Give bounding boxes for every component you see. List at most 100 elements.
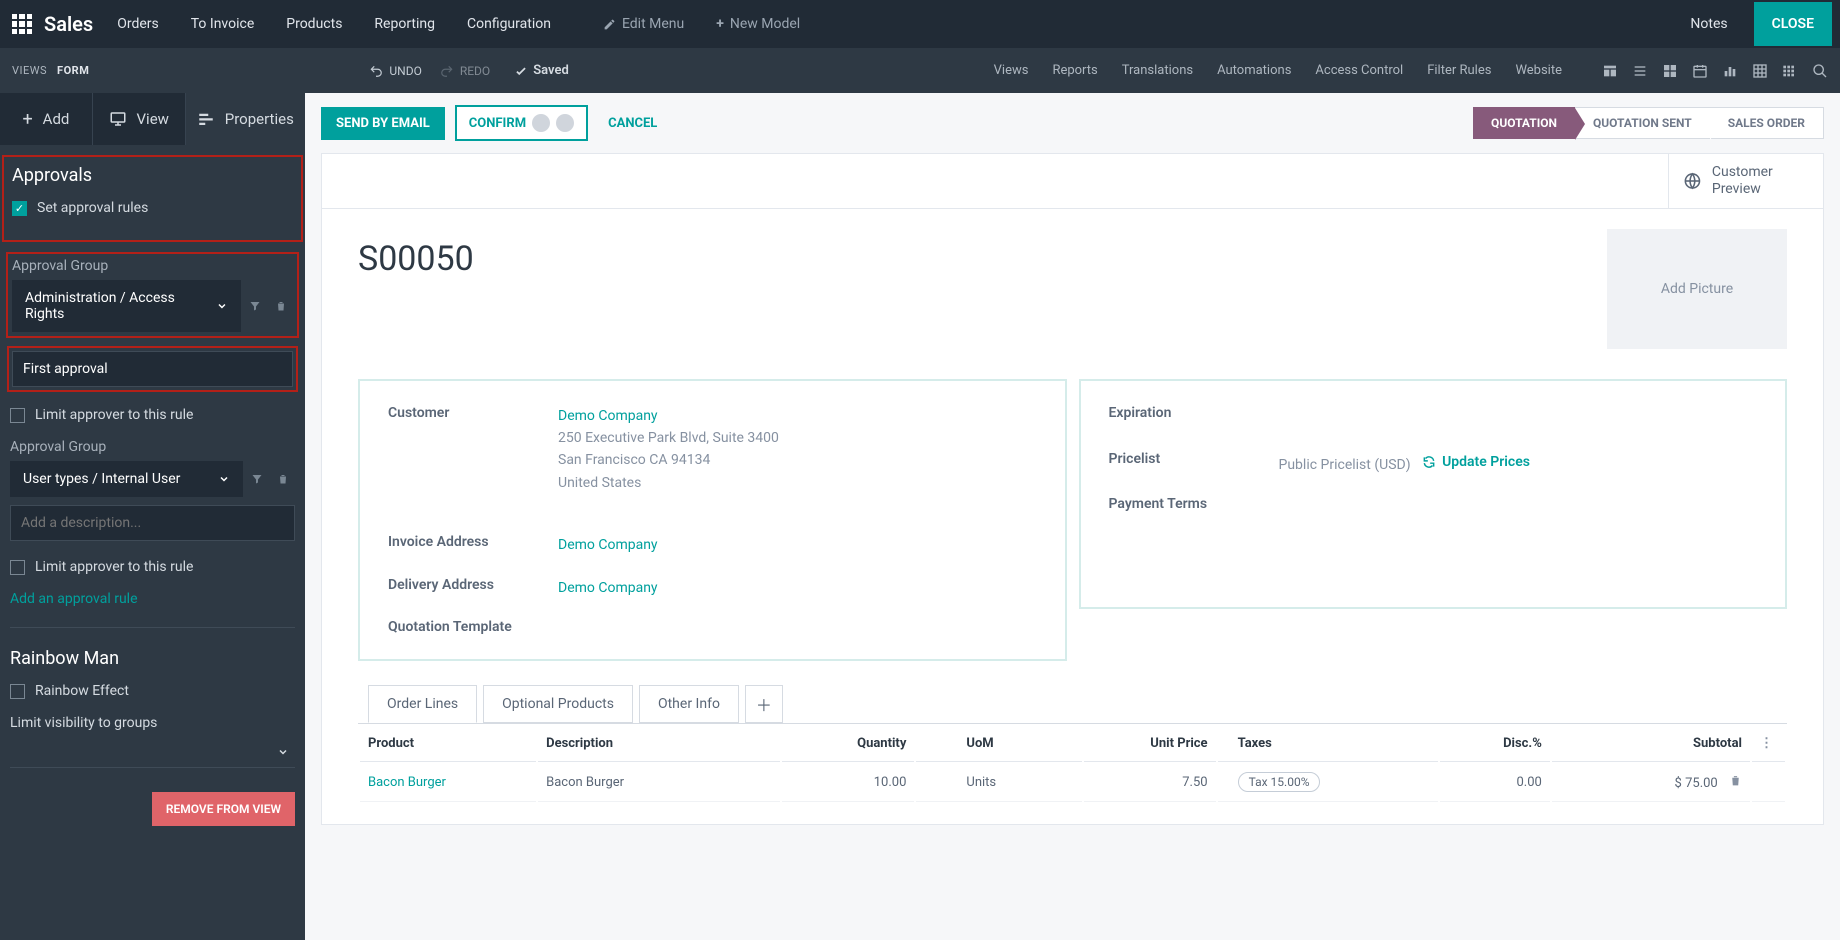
notes-button[interactable]: Notes — [1680, 16, 1737, 32]
center-reports[interactable]: Reports — [1052, 63, 1097, 78]
sidebar-tab-view-label: View — [137, 110, 169, 128]
center-filter-rules[interactable]: Filter Rules — [1427, 63, 1491, 78]
sidebar-tab-properties-label: Properties — [225, 110, 294, 128]
pivot-view-icon[interactable] — [1752, 63, 1768, 79]
center-website[interactable]: Website — [1515, 63, 1562, 78]
approval-description-input-2[interactable] — [10, 505, 295, 541]
invoice-address-label: Invoice Address — [388, 534, 558, 550]
checkbox-empty-icon — [10, 684, 25, 699]
apps-grid-icon[interactable] — [12, 14, 32, 34]
product-link[interactable]: Bacon Burger — [368, 775, 446, 790]
delivery-address-link[interactable]: Demo Company — [558, 580, 658, 596]
edit-menu-button[interactable]: Edit Menu — [603, 16, 684, 32]
stage-quotation-sent[interactable]: QUOTATION SENT — [1575, 107, 1710, 139]
sidebar-tab-add[interactable]: + Add — [0, 93, 93, 145]
main-menu: Orders To Invoice Products Reporting Con… — [117, 16, 800, 32]
sidebar-tab-properties[interactable]: Properties — [186, 93, 305, 145]
sidebar-tab-view[interactable]: View — [93, 93, 186, 145]
stage-sales-order[interactable]: SALES ORDER — [1710, 107, 1824, 139]
list-view-icon[interactable] — [1632, 63, 1648, 79]
customer-addr-3: United States — [558, 475, 641, 491]
confirm-button[interactable]: CONFIRM — [455, 105, 588, 141]
stage-quotation[interactable]: QUOTATION — [1473, 107, 1575, 139]
th-taxes: Taxes — [1218, 726, 1438, 762]
center-access-control[interactable]: Access Control — [1315, 63, 1403, 78]
tax-badge[interactable]: Tax 15.00% — [1238, 772, 1321, 792]
calendar-view-icon[interactable] — [1692, 63, 1708, 79]
crumb-form[interactable]: FORM — [57, 64, 89, 77]
tab-optional-products[interactable]: Optional Products — [483, 685, 633, 723]
menu-reporting[interactable]: Reporting — [374, 16, 435, 32]
table-row[interactable]: Bacon Burger Bacon Burger 10.00 Units 7.… — [360, 764, 1785, 802]
kebab-icon[interactable]: ⋮ — [1760, 736, 1773, 751]
form-card: Customer Preview S00050 Add Picture Cust… — [321, 153, 1824, 825]
send-email-button[interactable]: SEND BY EMAIL — [321, 107, 445, 140]
row-trash-icon[interactable] — [1729, 776, 1742, 791]
customer-preview-button[interactable]: Customer Preview — [1668, 154, 1823, 208]
tab-order-lines[interactable]: Order Lines — [368, 685, 477, 723]
cancel-button[interactable]: CANCEL — [594, 108, 671, 139]
search-view-icon[interactable] — [1812, 63, 1828, 79]
expiration-label: Expiration — [1109, 405, 1279, 421]
plus-icon: + — [716, 16, 724, 32]
remove-from-view-button[interactable]: REMOVE FROM VIEW — [152, 792, 295, 826]
rainbow-effect-checkbox[interactable]: Rainbow Effect — [10, 683, 295, 699]
limit-approver-checkbox-1[interactable]: Limit approver to this rule — [10, 407, 295, 423]
activity-view-icon[interactable] — [1782, 63, 1798, 79]
add-picture-button[interactable]: Add Picture — [1607, 229, 1787, 349]
customer-label: Customer — [388, 405, 558, 421]
crumb-views[interactable]: VIEWS — [12, 64, 47, 77]
trash-icon[interactable] — [277, 473, 295, 485]
th-quantity: Quantity — [782, 726, 914, 762]
cell-subtotal: $ 75.00 — [1552, 764, 1750, 802]
center-translations[interactable]: Translations — [1122, 63, 1193, 78]
cell-description: Bacon Burger — [538, 764, 780, 802]
filter-icon[interactable] — [251, 473, 269, 485]
approval-group-select-2[interactable]: User types / Internal User — [10, 461, 243, 497]
th-actions: ⋮ — [1752, 726, 1785, 762]
kanban-view-icon[interactable] — [1662, 63, 1678, 79]
graph-view-icon[interactable] — [1722, 63, 1738, 79]
th-product: Product — [360, 726, 536, 762]
redo-label: REDO — [460, 64, 490, 78]
close-button[interactable]: CLOSE — [1754, 2, 1832, 46]
redo-icon — [440, 64, 454, 78]
limit-visibility-select[interactable] — [10, 737, 295, 768]
add-approval-rule-link[interactable]: Add an approval rule — [10, 591, 295, 607]
invoice-address-link[interactable]: Demo Company — [558, 537, 658, 553]
undo-button[interactable]: UNDO — [369, 64, 421, 78]
trash-icon[interactable] — [275, 300, 293, 312]
view-icons — [1602, 63, 1828, 79]
limit-approver-checkbox-2[interactable]: Limit approver to this rule — [10, 559, 295, 575]
menu-configuration[interactable]: Configuration — [467, 16, 551, 32]
quotation-template-label: Quotation Template — [388, 619, 558, 635]
refresh-icon — [1422, 455, 1436, 469]
menu-to-invoice[interactable]: To Invoice — [191, 16, 255, 32]
menu-products[interactable]: Products — [286, 16, 342, 32]
center-automations[interactable]: Automations — [1217, 63, 1291, 78]
approval-description-input-1[interactable] — [12, 351, 293, 387]
saved-label: Saved — [533, 63, 569, 78]
chevron-down-icon — [277, 746, 289, 758]
tab-other-info[interactable]: Other Info — [639, 685, 739, 723]
customer-link[interactable]: Demo Company — [558, 408, 658, 424]
chevron-down-icon — [218, 473, 230, 485]
sidebar: + Add View Properties Approvals ✓ Set ap… — [0, 93, 305, 940]
cell-quantity: 10.00 — [782, 764, 914, 802]
update-prices-button[interactable]: Update Prices — [1422, 451, 1530, 473]
cell-uom: Units — [916, 764, 1081, 802]
app-brand[interactable]: Sales — [44, 12, 93, 36]
tab-add-button[interactable]: ＋ — [745, 685, 783, 723]
approval-group-select-1[interactable]: Administration / Access Rights — [12, 280, 241, 332]
filter-icon[interactable] — [249, 300, 267, 312]
right-panel: Expiration Pricelist Public Pricelist (U… — [1079, 379, 1788, 609]
set-approval-rules-checkbox[interactable]: ✓ Set approval rules — [12, 200, 293, 216]
tabs-row: Order Lines Optional Products Other Info… — [368, 685, 1787, 723]
center-views[interactable]: Views — [994, 63, 1029, 78]
redo-button[interactable]: REDO — [440, 64, 490, 78]
customer-preview-label: Customer Preview — [1712, 164, 1809, 198]
limit-approver-label-2: Limit approver to this rule — [35, 559, 193, 575]
new-model-button[interactable]: + New Model — [716, 16, 800, 32]
form-view-icon[interactable] — [1602, 63, 1618, 79]
menu-orders[interactable]: Orders — [117, 16, 159, 32]
